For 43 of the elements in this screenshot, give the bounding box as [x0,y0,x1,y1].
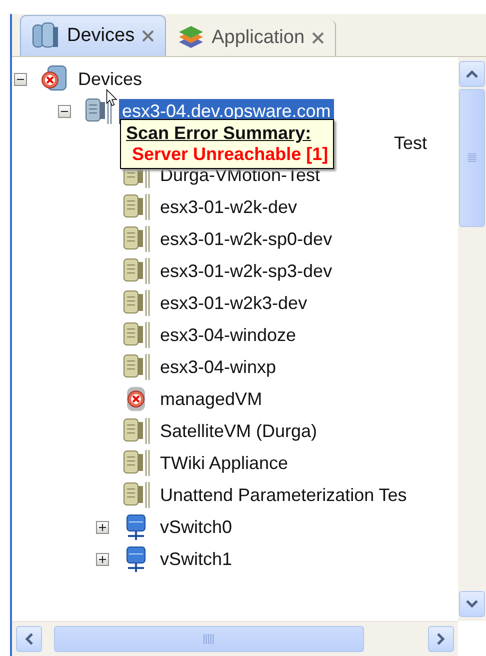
tree-item[interactable]: esx3-01-w2k-dev [157,194,300,220]
grip-icon [203,633,215,645]
tree-item[interactable]: managedVM [157,386,266,412]
scroll-down-button[interactable] [459,591,485,617]
server-icon [121,320,151,350]
close-icon[interactable] [310,31,325,45]
tree-item[interactable]: esx3-01-w2k-sp0-dev [157,226,336,252]
tab[interactable]: Devices [20,15,166,56]
scroll-left-button[interactable] [16,626,42,652]
server-icon [121,480,151,510]
tree-item[interactable]: Unattend Parameterization Tes [157,482,410,508]
tree-item[interactable]: esx3-04-winxp [157,354,280,380]
tree-item[interactable]: vSwitch0 [157,514,236,540]
expand-icon[interactable] [96,552,109,566]
scrollbar-thumb[interactable] [459,89,485,227]
server-icon [121,224,151,254]
server-icon [121,416,151,446]
close-icon[interactable] [140,29,155,43]
server-icon [121,288,151,318]
tree-item[interactable]: Test [391,130,430,156]
server-icon [121,256,151,286]
tree-item[interactable]: vSwitch1 [157,546,236,572]
tree-item[interactable]: TWiki Appliance [157,450,292,476]
tree-item[interactable]: esx3-04-windoze [157,322,300,348]
expand-icon[interactable] [96,520,109,534]
scrollbar-thumb[interactable] [54,626,364,652]
collapse-icon[interactable] [14,72,27,86]
tree-item[interactable]: SatelliteVM (Durga) [157,418,320,444]
server-icon [121,192,151,222]
server-icon [83,96,113,126]
server-icon [121,352,151,382]
scroll-right-button[interactable] [428,626,454,652]
tree-item[interactable]: esx3-01-w2k-sp3-dev [157,258,336,284]
tab[interactable]: Application [166,20,336,56]
error-message: Server Unreachable [1] [131,144,328,165]
collapse-icon[interactable] [58,104,71,118]
cursor-icon [106,89,118,107]
server-icon [121,448,151,478]
tree-item[interactable]: esx3-01-w2k3-dev [157,290,310,316]
tree-item[interactable]: Devices [75,66,146,92]
grip-icon [466,153,478,163]
tooltip-title: Scan Error Summary: [126,123,312,144]
scroll-up-button[interactable] [459,61,485,87]
